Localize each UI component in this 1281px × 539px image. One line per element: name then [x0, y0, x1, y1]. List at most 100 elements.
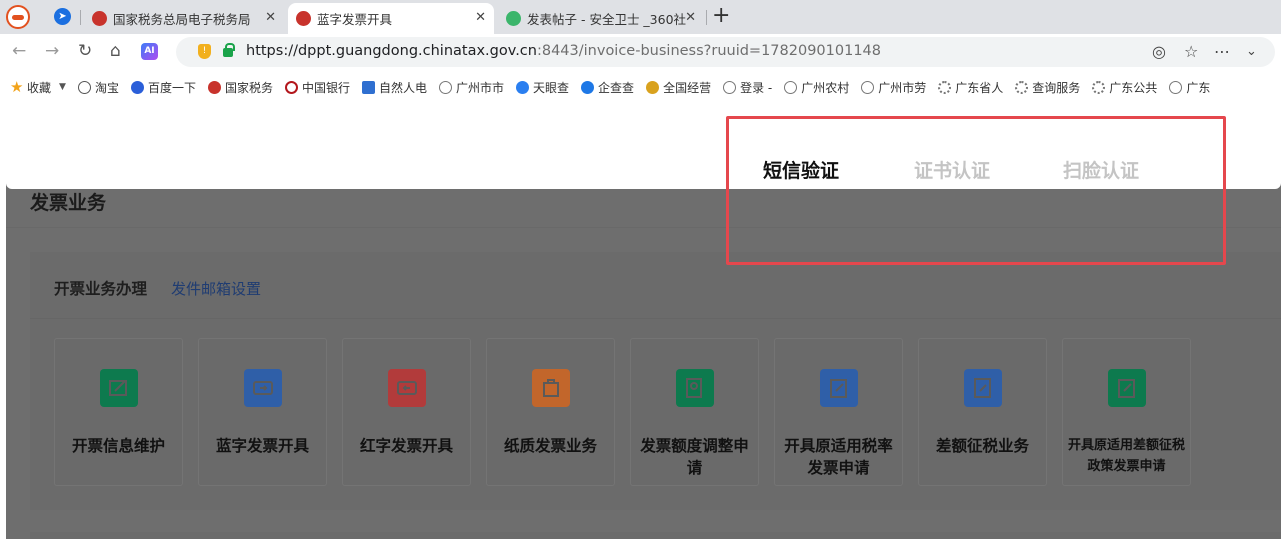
- globe-icon: [439, 80, 453, 94]
- caret-down-icon[interactable]: ▼: [59, 82, 66, 92]
- browser-logo-icon[interactable]: [6, 5, 30, 29]
- tile-label: 开具原适用税率发票申请: [784, 437, 893, 477]
- bookmark-item[interactable]: 全国经营: [646, 79, 711, 96]
- bookmark-item[interactable]: 中国银行: [284, 79, 350, 96]
- bookmark-label: 广东: [1186, 80, 1211, 95]
- pinned-tab-icon[interactable]: ➤: [54, 8, 71, 25]
- tax-emblem-icon: [296, 11, 311, 26]
- tianyancha-icon: [516, 80, 530, 94]
- bookmark-item[interactable]: 企查查: [581, 79, 634, 96]
- home-icon[interactable]: ⌂: [110, 41, 121, 61]
- bookmark-label: 淘宝: [94, 80, 119, 95]
- close-tab-icon[interactable]: ✕: [685, 10, 696, 25]
- ai-assistant-icon[interactable]: AI: [141, 43, 158, 60]
- bookmark-item[interactable]: 天眼查: [516, 79, 569, 96]
- bookmark-item[interactable]: 淘宝: [77, 79, 119, 96]
- bookmark-label: 广东公共: [1109, 80, 1158, 95]
- bookmark-label: 国家税务: [224, 80, 273, 95]
- chevron-down-icon[interactable]: ⌄: [1246, 42, 1257, 62]
- blue-ticket-icon: [244, 369, 282, 407]
- tab-360-post[interactable]: 发表帖子 - 安全卫士 _360社 ✕: [498, 3, 704, 34]
- shield-icon[interactable]: !: [198, 44, 211, 59]
- taobao-icon: [77, 80, 91, 94]
- tab-title: 发表帖子 - 安全卫士 _360社: [527, 12, 687, 27]
- tile-paper-invoice[interactable]: 纸质发票业务: [486, 338, 615, 486]
- bookmark-item[interactable]: 自然人电: [362, 79, 427, 96]
- close-tab-icon[interactable]: ✕: [475, 10, 486, 25]
- reload-icon[interactable]: ↻: [78, 41, 92, 61]
- bulb-icon[interactable]: ◎: [1152, 42, 1166, 62]
- bookmark-item[interactable]: 广东省人: [938, 79, 1003, 96]
- edit-invoice-icon: [100, 369, 138, 407]
- tile-invoice-info-maintenance[interactable]: 开票信息维护: [54, 338, 183, 486]
- tile-blue-invoice[interactable]: 蓝字发票开具: [198, 338, 327, 486]
- gear-globe-icon: [1015, 80, 1029, 94]
- tile-differential-policy[interactable]: 开具原适用差额征税政策发票申请: [1062, 338, 1191, 486]
- bookmark-item[interactable]: 广州市劳: [861, 79, 926, 96]
- red-highlight-annotation: [726, 116, 1226, 265]
- bookmark-label: 登录 -: [740, 80, 773, 95]
- tile-original-tax-rate[interactable]: 开具原适用税率发票申请: [774, 338, 903, 486]
- back-icon[interactable]: ←: [12, 41, 26, 61]
- globe-icon: [861, 80, 875, 94]
- new-tab-button[interactable]: +: [712, 4, 730, 28]
- section-title: 开票业务办理: [54, 280, 148, 298]
- tab-etax[interactable]: 国家税务总局电子税务局 ✕: [84, 3, 284, 34]
- tile-label: 开票信息维护: [71, 437, 165, 455]
- url-path: :8443/invoice-business?ruuid=17820901011…: [536, 43, 882, 59]
- bookmark-label: 广州市劳: [878, 80, 927, 95]
- bookmark-favorites[interactable]: ★ 收藏 ▼: [10, 79, 66, 96]
- diff-policy-icon: [1108, 369, 1146, 407]
- tile-label: 红字发票开具: [359, 437, 453, 455]
- tile-quota-adjust[interactable]: 发票额度调整申请: [630, 338, 759, 486]
- bookmark-item[interactable]: 查询服务: [1015, 79, 1080, 96]
- tile-red-invoice[interactable]: 红字发票开具: [342, 338, 471, 486]
- tile-label: 蓝字发票开具: [215, 437, 309, 455]
- bookmark-item[interactable]: 百度一下: [130, 79, 196, 96]
- sender-email-settings-link[interactable]: 发件邮箱设置: [171, 278, 261, 299]
- qichacha-icon: [581, 80, 595, 94]
- page-title: 发票业务: [30, 192, 107, 214]
- baidu-icon: [130, 80, 144, 94]
- tile-differential-tax[interactable]: 差额征税业务: [918, 338, 1047, 486]
- tile-label: 差额征税业务: [935, 437, 1029, 455]
- next-section-card: [30, 532, 1281, 539]
- close-tab-icon[interactable]: ✕: [265, 10, 276, 25]
- bookmark-label: 全国经营: [663, 80, 712, 95]
- bookmark-item[interactable]: 登录 -: [723, 79, 772, 96]
- tax-emblem-icon: [92, 11, 107, 26]
- globe-icon: [723, 80, 737, 94]
- bookmark-label: 天眼查: [533, 80, 570, 95]
- page-overlay: 短信验证 证书认证 扫脸认证 发票业务 开票业务办理 发件邮箱设置 开票信息维护…: [0, 102, 1281, 539]
- quota-adjust-icon: [676, 369, 714, 407]
- star-bookmark-icon[interactable]: ☆: [1184, 42, 1198, 62]
- url-text[interactable]: https://dppt.guangdong.chinatax.gov.cn:8…: [246, 43, 881, 59]
- boc-icon: [284, 80, 298, 94]
- star-icon: ★: [10, 77, 24, 96]
- bookmark-item[interactable]: 广东公共: [1092, 79, 1157, 96]
- bookmarks-bar: ★ 收藏 ▼ 淘宝 百度一下 国家税务 中国银行 自然人电 广州市市 天眼查 企…: [0, 72, 1281, 102]
- tab-separator: [706, 10, 707, 25]
- forward-icon[interactable]: →: [45, 41, 59, 61]
- bookmark-item[interactable]: 广州市市: [439, 79, 504, 96]
- browser-toolbar: ← → ↻ ⌂ AI ! https://dppt.guangdong.chin…: [0, 34, 1281, 70]
- gear-globe-icon: [938, 80, 952, 94]
- bookmark-label: 广州农村: [801, 80, 850, 95]
- address-bar[interactable]: ! https://dppt.guangdong.chinatax.gov.cn…: [176, 37, 1275, 67]
- tax-rate-icon: [820, 369, 858, 407]
- bookmark-item[interactable]: 广东: [1169, 79, 1210, 96]
- tile-label: 开具原适用差额征税政策发票申请: [1067, 438, 1185, 474]
- bookmark-item[interactable]: 国家税务: [207, 79, 273, 96]
- red-ticket-icon: [388, 369, 426, 407]
- 360-icon: [506, 11, 521, 26]
- tax-app-icon: [362, 80, 375, 94]
- lock-icon[interactable]: [223, 43, 235, 57]
- bookmark-item[interactable]: 广州农村: [784, 79, 849, 96]
- browser-tab-strip: ➤ 国家税务总局电子税务局 ✕ 蓝字发票开具 ✕ 发表帖子 - 安全卫士 _36…: [0, 0, 1281, 34]
- more-icon[interactable]: ⋯: [1214, 42, 1230, 62]
- bookmark-label: 百度一下: [147, 80, 196, 95]
- bookmark-label: 广州市市: [456, 80, 505, 95]
- tab-blue-invoice[interactable]: 蓝字发票开具 ✕: [288, 3, 494, 34]
- bookmark-label: 企查查: [598, 80, 635, 95]
- paper-invoice-icon: [532, 369, 570, 407]
